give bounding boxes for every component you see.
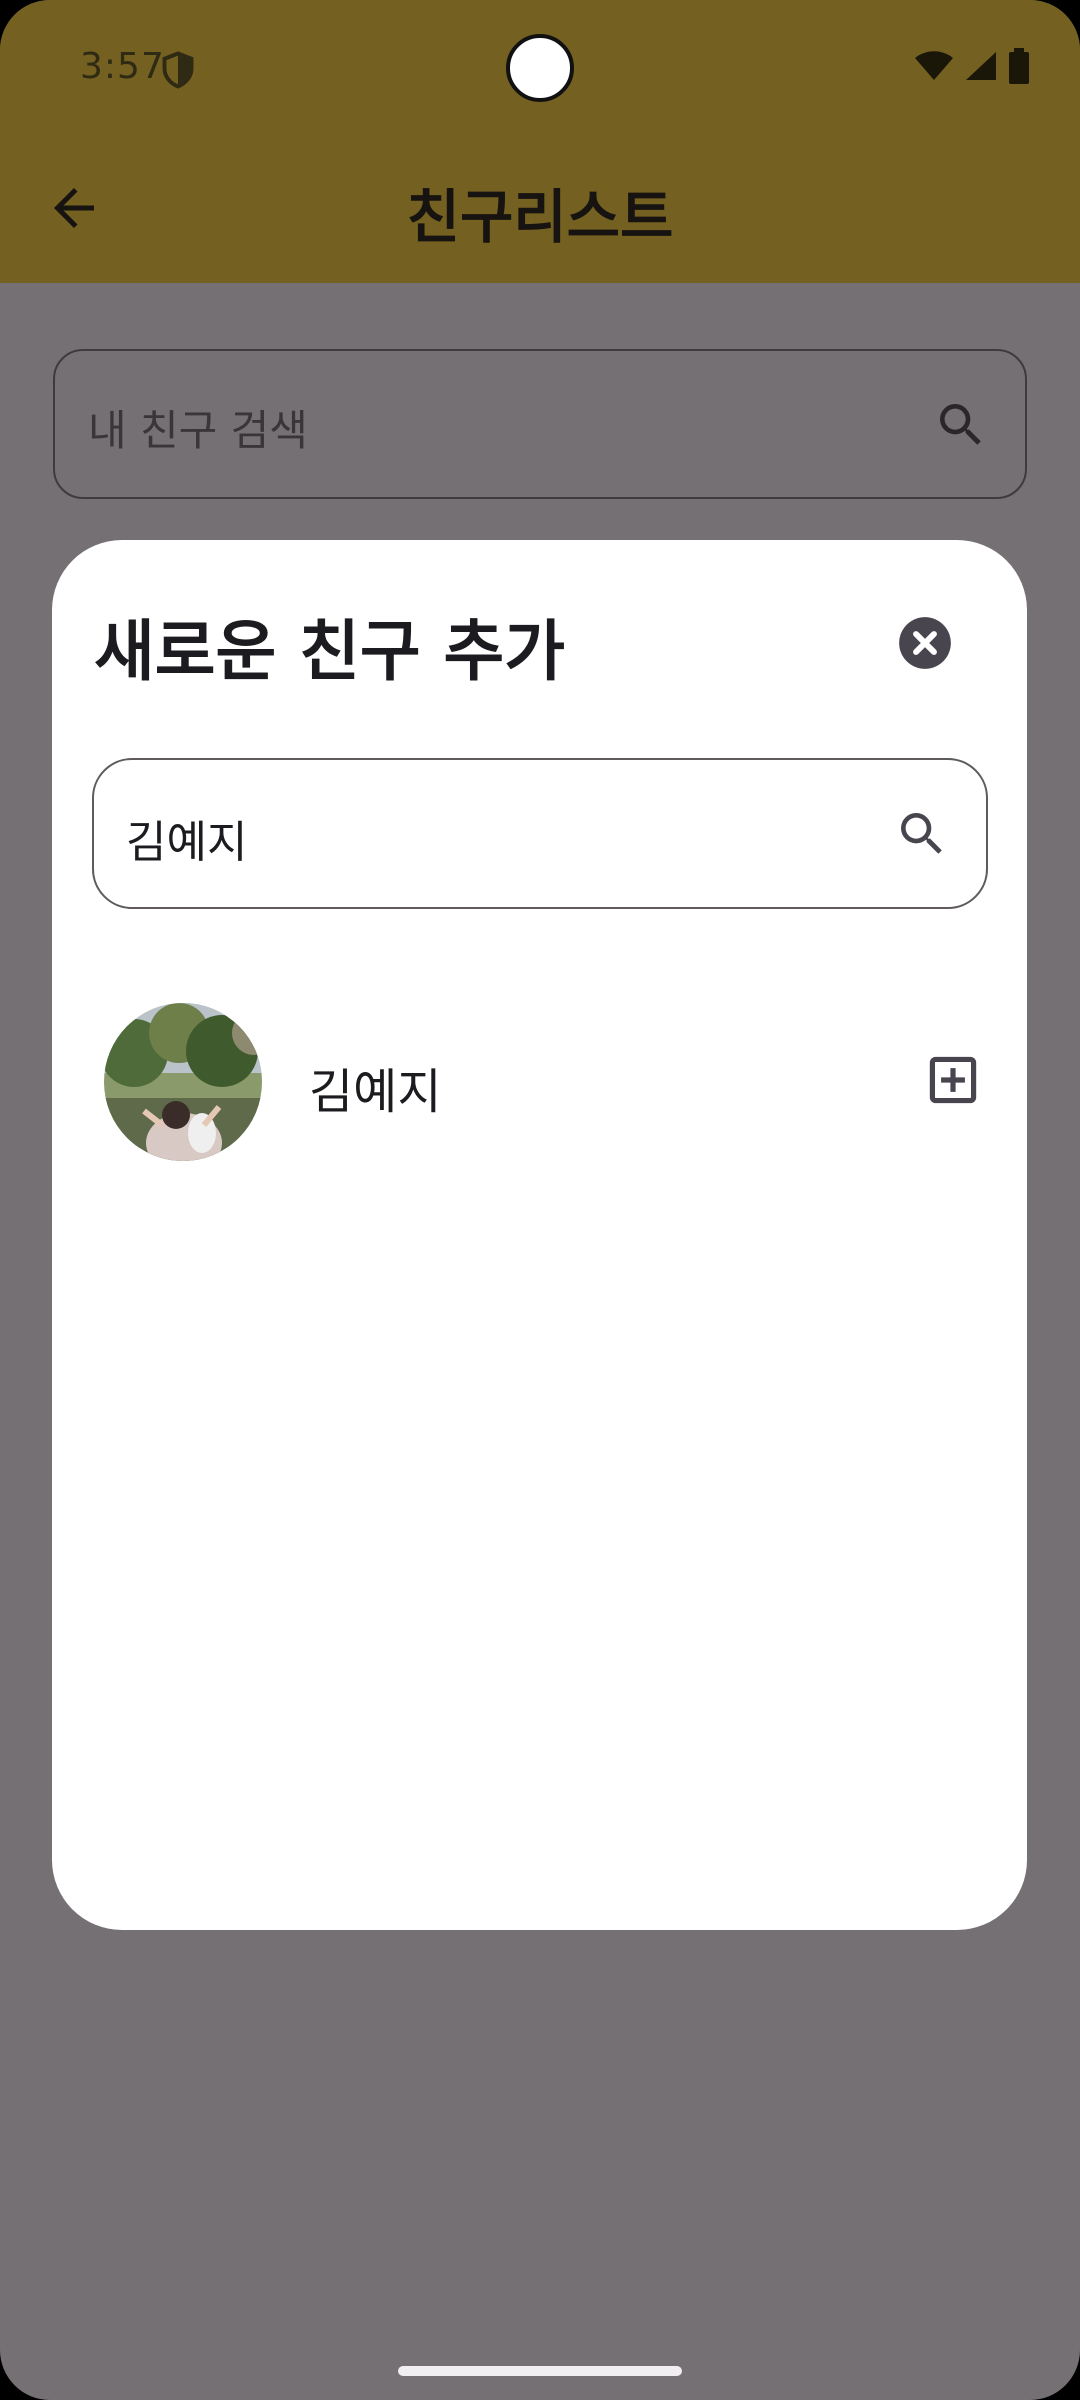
camera-cutout bbox=[506, 34, 574, 102]
battery-icon bbox=[1009, 48, 1029, 84]
shield-icon bbox=[162, 51, 194, 89]
status-time: 3:57 bbox=[80, 46, 165, 87]
friend-search-field[interactable]: 내 친구 검색 bbox=[53, 349, 1027, 499]
search-icon[interactable] bbox=[933, 397, 989, 453]
search-result-row[interactable]: 김예지 bbox=[104, 1000, 984, 1161]
status-icons bbox=[914, 48, 1030, 84]
app-bar: 3:57 친구리스트 bbox=[0, 0, 1080, 283]
wifi-icon bbox=[915, 51, 953, 80]
new-friend-search-field[interactable]: 김예지 bbox=[92, 758, 988, 909]
close-circle-icon[interactable] bbox=[898, 616, 952, 670]
signal-icon bbox=[966, 52, 996, 80]
page-title: 친구리스트 bbox=[406, 183, 674, 251]
result-name: 김예지 bbox=[309, 1064, 442, 1120]
avatar bbox=[104, 1003, 262, 1161]
friend-search-placeholder: 내 친구 검색 bbox=[88, 406, 308, 455]
screen: 3:57 친구리스트 내 친구 검색 새로운 친구 추가 김예지 김예지 bbox=[0, 0, 1080, 2400]
add-box-icon[interactable] bbox=[927, 1054, 979, 1106]
search-icon[interactable] bbox=[894, 806, 950, 862]
home-indicator[interactable] bbox=[398, 2366, 682, 2376]
new-friend-search-value[interactable]: 김예지 bbox=[126, 806, 247, 870]
dialog-title: 새로운 친구 추가 bbox=[94, 613, 565, 690]
add-friend-dialog: 새로운 친구 추가 김예지 김예지 bbox=[52, 540, 1027, 1930]
